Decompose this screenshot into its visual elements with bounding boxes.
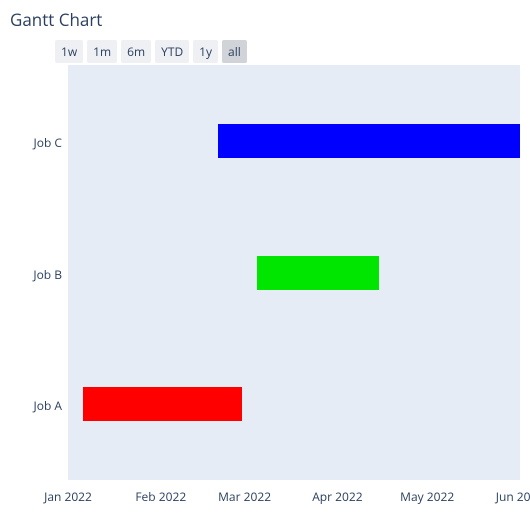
range-btn-ytd[interactable]: YTD (155, 40, 189, 63)
x-tick: Jan 2022 (44, 488, 92, 505)
x-tick: May 2022 (400, 488, 454, 505)
y-tick-job-c: Job C (20, 134, 62, 151)
bar-job-a[interactable] (83, 387, 242, 421)
range-selector: 1w 1m 6m YTD 1y all (55, 40, 247, 63)
range-btn-1w[interactable]: 1w (55, 40, 83, 63)
bar-job-c[interactable] (218, 124, 520, 158)
range-btn-6m[interactable]: 6m (121, 40, 151, 63)
range-btn-all[interactable]: all (222, 40, 247, 63)
x-tick: Feb 2022 (135, 488, 186, 505)
range-btn-1y[interactable]: 1y (193, 40, 218, 63)
plot-area[interactable] (68, 65, 520, 480)
x-tick: Mar 2022 (218, 488, 271, 505)
chart-title: Gantt Chart (10, 8, 102, 31)
x-tick: Jun 2022 (496, 488, 530, 505)
y-tick-job-b: Job B (20, 266, 62, 283)
y-tick-job-a: Job A (20, 397, 62, 414)
range-btn-1m[interactable]: 1m (87, 40, 117, 63)
x-tick: Apr 2022 (312, 488, 362, 505)
bar-job-b[interactable] (257, 256, 380, 290)
